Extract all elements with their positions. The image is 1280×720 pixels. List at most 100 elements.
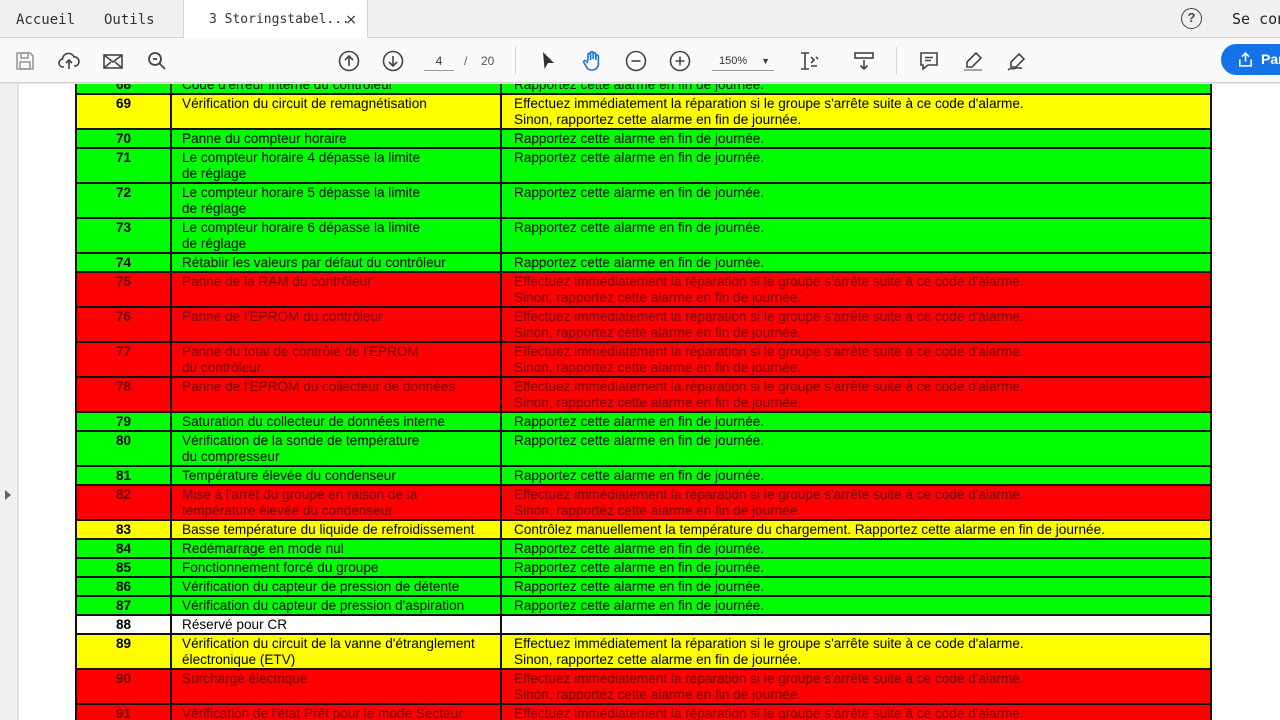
scroll-mode-icon[interactable] (851, 48, 877, 74)
alarm-description-cell: Vérification de la sonde de température … (170, 430, 502, 467)
table-row: 69 Vérification du circuit de remagnétisa… (75, 93, 1212, 130)
table-row: 86 Vérification du capteur de pression de… (75, 576, 1212, 597)
alarm-description-cell: Basse température du liquide de refroidi… (170, 519, 502, 540)
alarm-code-cell: 89 (75, 633, 172, 670)
table-row: 91 Vérification de l'état Prêt pour le mo… (75, 703, 1212, 720)
table-row: 81 Température élevée du condenseur Rappor… (75, 465, 1212, 486)
pdf-page: 68 Code d'erreur interne du contrôleur Rap… (19, 84, 1280, 720)
alarm-action-cell (500, 614, 1212, 635)
search-icon[interactable] (144, 48, 170, 74)
alarm-action-cell: Effectuez immédiatement la réparation si… (500, 93, 1212, 130)
close-tab-icon[interactable]: × (345, 0, 357, 40)
table-row: 85 Fonctionnement forcé du groupe Rapporte… (75, 557, 1212, 578)
alarm-action-cell: Rapportez cette alarme en fin de journée… (500, 595, 1212, 616)
table-row: 73 Le compteur horaire 6 dépasse la limit… (75, 217, 1212, 254)
alarm-action-cell: Rapportez cette alarme en fin de journée… (500, 128, 1212, 149)
table-row: 74 Rétablir les valeurs par défaut du con… (75, 252, 1212, 273)
table-row: 71 Le compteur horaire 4 dépasse la limit… (75, 147, 1212, 184)
tab-document[interactable]: 3 Storingstabel... × (183, 0, 368, 39)
table-row: 68 Code d'erreur interne du contrôleur Rap… (75, 84, 1212, 95)
table-row: 84 Redémarrage en mode nul Rapportez cette… (75, 538, 1212, 559)
alarm-code-cell: 80 (75, 430, 172, 467)
alarm-action-cell: Rapportez cette alarme en fin de journée… (500, 430, 1212, 467)
alarm-description-cell: Panne de la RAM du contrôleur (170, 271, 502, 308)
zoom-select[interactable]: 150% ▼ (712, 51, 774, 71)
alarm-code-cell: 84 (75, 538, 172, 559)
alarm-action-cell: Effectuez immédiatement la réparation si… (500, 306, 1212, 343)
alarm-description-cell: Panne du total de contrôle de l'EPROM du… (170, 341, 502, 378)
alarm-action-cell: Effectuez immédiatement la réparation si… (500, 271, 1212, 308)
select-cursor-icon[interactable] (535, 48, 561, 74)
alarm-code-cell: 88 (75, 614, 172, 635)
alarm-code-cell: 81 (75, 465, 172, 486)
alarm-description-cell: Vérification de l'état Prêt pour le mode… (170, 703, 502, 720)
alarm-description-cell: Vérification du capteur de pression d'as… (170, 595, 502, 616)
email-icon[interactable] (100, 48, 126, 74)
fit-page-icon[interactable] (796, 48, 822, 74)
alarm-description-cell: Vérification du capteur de pression de d… (170, 576, 502, 597)
alarm-code-cell: 86 (75, 576, 172, 597)
tab-tools[interactable]: Outils (104, 0, 155, 38)
table-row: 80 Vérification de la sonde de températur… (75, 430, 1212, 467)
chevron-down-icon: ▼ (761, 56, 770, 66)
tab-document-label: 3 Storingstabel... (209, 12, 350, 27)
alarm-table-body: 68 Code d'erreur interne du contrôleur Rap… (75, 84, 1212, 720)
highlight-pen-icon[interactable] (960, 48, 986, 74)
table-row: 70 Panne du compteur horaire Rapportez cet… (75, 128, 1212, 149)
sign-icon[interactable] (1004, 48, 1030, 74)
alarm-code-cell: 91 (75, 703, 172, 720)
alarm-code-cell: 77 (75, 341, 172, 378)
tab-home[interactable]: Accueil (16, 0, 75, 38)
zoom-out-icon[interactable] (623, 48, 649, 74)
help-icon[interactable]: ? (1181, 8, 1202, 29)
table-row: 72 Le compteur horaire 5 dépasse la limit… (75, 182, 1212, 219)
page-number-input[interactable]: 4 (424, 51, 454, 71)
next-page-icon[interactable] (380, 48, 406, 74)
alarm-action-cell: Rapportez cette alarme en fin de journée… (500, 538, 1212, 559)
hand-tool-icon[interactable] (579, 48, 605, 74)
alarm-action-cell: Rapportez cette alarme en fin de journée… (500, 576, 1212, 597)
alarm-action-cell: Rapportez cette alarme en fin de journée… (500, 252, 1212, 273)
alarm-description-cell: Réservé pour CR (170, 614, 502, 635)
alarm-action-cell: Effectuez immédiatement la réparation si… (500, 668, 1212, 705)
previous-page-icon[interactable] (336, 48, 362, 74)
tab-bar: Accueil Outils 3 Storingstabel... × ? Se… (0, 0, 1280, 39)
table-row: 77 Panne du total de contrôle de l'EPROM … (75, 341, 1212, 378)
toolbar: 4 / 20 150% ▼ (0, 38, 1280, 83)
alarm-action-cell: Rapportez cette alarme en fin de journée… (500, 557, 1212, 578)
table-row: 76 Panne de l'EPROM du contrôleur Effectue… (75, 306, 1212, 343)
left-panel-rail (0, 84, 18, 720)
alarm-action-cell: Effectuez immédiatement la réparation si… (500, 376, 1212, 413)
signin-link[interactable]: Se connecter (1232, 0, 1280, 38)
table-row: 89 Vérification du circuit de la vanne d'… (75, 633, 1212, 670)
cloud-upload-icon[interactable] (56, 48, 82, 74)
alarm-description-cell: Le compteur horaire 4 dépasse la limite … (170, 147, 502, 184)
alarm-code-cell: 68 (75, 84, 172, 95)
alarm-action-cell: Rapportez cette alarme en fin de journée… (500, 84, 1212, 95)
save-icon[interactable] (12, 48, 38, 74)
alarm-code-cell: 70 (75, 128, 172, 149)
table-row: 88 Réservé pour CR (75, 614, 1212, 635)
alarm-action-cell: Rapportez cette alarme en fin de journée… (500, 147, 1212, 184)
alarm-code-cell: 73 (75, 217, 172, 254)
alarm-code-cell: 79 (75, 411, 172, 432)
alarm-description-cell: Redémarrage en mode nul (170, 538, 502, 559)
share-label: Partager (1261, 51, 1280, 67)
page-separator: / (464, 54, 468, 68)
alarm-code-cell: 85 (75, 557, 172, 578)
alarm-description-cell: Panne du compteur horaire (170, 128, 502, 149)
alarm-action-cell: Effectuez immédiatement la réparation si… (500, 633, 1212, 670)
toolbar-divider (896, 47, 897, 75)
share-button[interactable]: Partager (1221, 44, 1280, 75)
expand-panel-icon[interactable] (5, 490, 11, 500)
alarm-description-cell: Vérification du circuit de la vanne d'ét… (170, 633, 502, 670)
alarm-code-cell: 83 (75, 519, 172, 540)
alarm-code-cell: 78 (75, 376, 172, 413)
table-row: 87 Vérification du capteur de pression d'… (75, 595, 1212, 616)
alarm-description-cell: Panne de l'EPROM du collecteur de donnée… (170, 376, 502, 413)
alarm-description-cell: Panne de l'EPROM du contrôleur (170, 306, 502, 343)
alarm-code-cell: 82 (75, 484, 172, 521)
comment-icon[interactable] (916, 48, 942, 74)
zoom-in-icon[interactable] (667, 48, 693, 74)
table-row: 75 Panne de la RAM du contrôleur Effectuez… (75, 271, 1212, 308)
